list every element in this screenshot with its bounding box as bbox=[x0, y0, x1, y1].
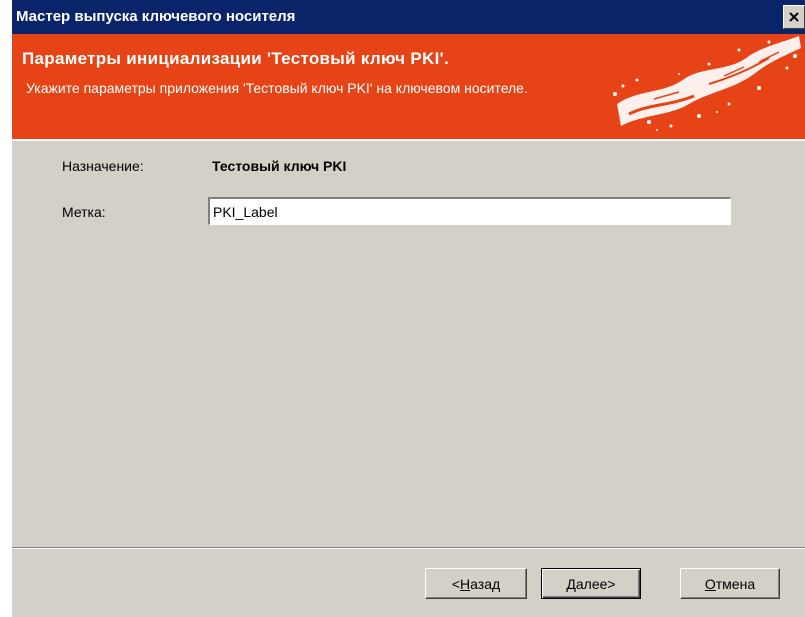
tag-label: Метка: bbox=[62, 204, 106, 220]
next-rest: алее bbox=[575, 575, 608, 592]
back-mnemonic: Н bbox=[460, 575, 471, 592]
tag-input[interactable] bbox=[208, 197, 731, 225]
window-title: Мастер выпуска ключевого носителя bbox=[16, 8, 296, 25]
cancel-mnemonic: О bbox=[704, 575, 716, 592]
footer-separator-highlight bbox=[12, 548, 805, 549]
wizard-window: Мастер выпуска ключевого носителя Параме… bbox=[12, 0, 805, 617]
header-title: Параметры инициализации 'Тестовый ключ P… bbox=[22, 49, 449, 68]
header-subtitle: Укажите параметры приложения 'Тестовый к… bbox=[26, 80, 528, 96]
cancel-rest: тмена bbox=[715, 575, 756, 592]
next-mnemonic: Д bbox=[566, 575, 576, 592]
purpose-value: Тестовый ключ PKI bbox=[212, 158, 347, 174]
close-button[interactable] bbox=[783, 5, 805, 29]
cancel-button[interactable]: Отмена bbox=[680, 568, 780, 599]
back-rest: азад bbox=[470, 575, 501, 592]
wizard-header: Параметры инициализации 'Тестовый ключ P… bbox=[12, 34, 805, 141]
next-button[interactable]: Далее > bbox=[541, 568, 641, 599]
next-suffix: > bbox=[607, 575, 616, 592]
splash-banner-icon bbox=[613, 36, 801, 131]
title-bar[interactable]: Мастер выпуска ключевого носителя bbox=[12, 0, 805, 34]
purpose-label: Назначение: bbox=[62, 158, 144, 174]
back-button[interactable]: < Назад bbox=[425, 568, 527, 599]
close-icon bbox=[789, 12, 799, 22]
back-prefix: < bbox=[451, 575, 461, 592]
